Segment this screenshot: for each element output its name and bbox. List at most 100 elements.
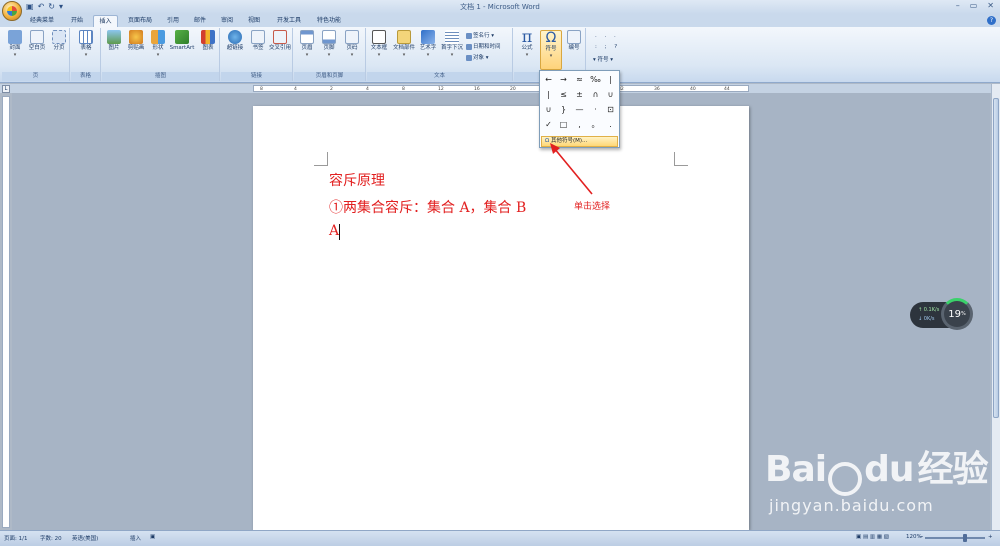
symbol-cell[interactable]: ‰ <box>588 72 603 87</box>
symbol-cell[interactable]: , <box>572 117 587 132</box>
office-logo-icon <box>7 6 17 16</box>
chart-button[interactable]: 图表 <box>198 30 218 52</box>
status-words[interactable]: 字数: 20 <box>40 534 62 542</box>
wordart-button[interactable]: 艺术字 ▾ <box>417 30 439 59</box>
symbol-small-icon: ▾ <box>593 57 596 63</box>
minimize-icon[interactable]: – <box>956 1 960 10</box>
symbol-cell[interactable]: ← <box>541 72 556 87</box>
symbol-cell[interactable]: → <box>556 72 571 87</box>
tab-features[interactable]: 特色功能 <box>311 15 347 27</box>
dropcap-icon <box>445 30 459 44</box>
symbol-cell[interactable]: . <box>603 117 618 132</box>
tab-mailings[interactable]: 邮件 <box>189 15 211 27</box>
vertical-ruler[interactable] <box>2 96 10 528</box>
footer-button[interactable]: 页脚 ▾ <box>319 30 339 59</box>
tab-references[interactable]: 引用 <box>162 15 184 27</box>
smartart-button[interactable]: SmartArt <box>168 30 196 52</box>
margin-mark-left <box>314 152 328 166</box>
tab-page-layout[interactable]: 页面布局 <box>121 15 159 27</box>
tab-classic-menu[interactable]: 经典菜单 <box>22 15 62 27</box>
signature-icon <box>466 32 472 39</box>
header-button[interactable]: 页眉 ▾ <box>297 30 317 59</box>
numbering-button[interactable]: 编号 <box>564 30 584 52</box>
tab-home[interactable]: 开始 <box>64 15 90 27</box>
cover-button[interactable]: 封面 ▾ <box>5 30 25 59</box>
textbox-button[interactable]: 文本框 ▾ <box>368 30 390 59</box>
pi-icon: π <box>521 27 533 46</box>
tab-insert[interactable]: 插入 <box>93 15 118 27</box>
datetime-button[interactable]: 日期和时间 <box>466 42 501 50</box>
crossref-icon <box>273 30 287 44</box>
symbol-cell[interactable]: ∩ <box>588 87 603 102</box>
equation-button[interactable]: π 公式 ▾ <box>516 27 538 59</box>
tab-view[interactable]: 视图 <box>243 15 265 27</box>
zoom-in-icon[interactable]: + <box>988 534 993 540</box>
symbol-cell[interactable]: — <box>572 102 587 117</box>
symbol-cell[interactable]: | <box>541 87 556 102</box>
symbol-dropdown: ← → ≈ ‰ | | ≤ ± ∩ ∪ ∪ } — · ⊡ ✓ □ , 。 . … <box>539 70 620 148</box>
symbol-cell[interactable]: | <box>603 72 618 87</box>
network-speed-widget[interactable]: ↑ 0.1K/s ↓ 0K/s 19% <box>910 298 973 330</box>
symbol-cell[interactable]: □ <box>556 117 571 132</box>
object-button[interactable]: 对象 ▾ <box>466 53 489 61</box>
symbol-cell[interactable]: ∪ <box>541 102 556 117</box>
macro-record-icon[interactable]: ▣ <box>150 534 155 540</box>
tab-developer[interactable]: 开发工具 <box>271 15 307 27</box>
symbol-cell[interactable]: ⊡ <box>603 102 618 117</box>
tab-review[interactable]: 审阅 <box>216 15 238 27</box>
scroll-thumb[interactable] <box>993 98 999 418</box>
zoom-slider[interactable] <box>925 534 985 542</box>
special-symbol-button[interactable]: ▾ 符号 ▾ <box>593 55 613 63</box>
document-page[interactable]: 容斥原理 ①两集合容斥：集合 A，集合 B A <box>253 106 749 530</box>
special-symbols-row-1[interactable]: · · · <box>595 34 619 40</box>
crossref-button[interactable]: 交叉引用 <box>269 30 291 52</box>
help-icon[interactable]: ? <box>987 16 996 25</box>
shapes-button[interactable]: 形状 ▾ <box>148 30 168 59</box>
symbol-cell[interactable]: · <box>588 102 603 117</box>
vertical-scrollbar[interactable] <box>991 84 1000 530</box>
quickparts-button[interactable]: 文档部件 ▾ <box>391 30 417 59</box>
status-language[interactable]: 英语(美国) <box>72 534 98 542</box>
bookmark-button[interactable]: 书签 <box>248 30 268 52</box>
symbol-cell[interactable]: ≤ <box>556 87 571 102</box>
symbol-cell[interactable]: ≈ <box>572 72 587 87</box>
symbol-cell[interactable]: 。 <box>588 117 603 132</box>
view-buttons[interactable]: ▣ ▤ ▥ ▦ ▧ <box>856 534 889 540</box>
blank-page-button[interactable]: 空白页 <box>25 30 49 52</box>
special-symbols-row-2[interactable]: : ; ? <box>595 44 620 50</box>
dropcap-button[interactable]: 首字下沉 ▾ <box>439 30 465 59</box>
annotation-arrow <box>550 143 593 195</box>
symbol-cell[interactable]: ∪ <box>603 87 618 102</box>
symbol-cell[interactable]: } <box>556 102 571 117</box>
status-page[interactable]: 页面: 1/1 <box>4 534 27 542</box>
hyperlink-button[interactable]: 超链接 <box>223 30 247 52</box>
office-button[interactable] <box>2 1 22 21</box>
status-insert-mode[interactable]: 插入 <box>130 534 141 542</box>
maximize-icon[interactable]: ▭ <box>970 1 978 10</box>
horizontal-ruler[interactable]: 842 4812 162024 283236 4044 <box>253 85 749 92</box>
doc-line-2[interactable]: ①两集合容斥：集合 A，集合 B <box>329 197 526 217</box>
close-icon[interactable]: ✕ <box>987 1 994 10</box>
zoom-slider-knob[interactable] <box>963 534 967 542</box>
zoom-out-icon[interactable]: − <box>919 534 924 540</box>
group-links: 超链接 书签 交叉引用 链接 <box>221 28 293 81</box>
title-bar: ▣ ↶ ↻ ▾ 文档 1 - Microsoft Word – ▭ ✕ <box>0 0 1000 14</box>
signature-button[interactable]: 签名行 ▾ <box>466 31 494 39</box>
picture-button[interactable]: 图片 <box>104 30 124 52</box>
group-table: 表格 ▾ 表格 <box>71 28 101 81</box>
doc-line-title[interactable]: 容斥原理 <box>329 170 385 190</box>
page-break-button[interactable]: 分页 <box>50 30 68 52</box>
picture-icon <box>107 30 121 44</box>
group-illustrations: 图片 剪贴画 形状 ▾ SmartArt 图表 插图 <box>102 28 220 81</box>
tab-selector[interactable]: L <box>2 85 10 93</box>
doc-line-3[interactable]: A <box>329 223 339 239</box>
page-number-button[interactable]: 页码 ▾ <box>341 30 363 59</box>
symbol-button[interactable]: Ω 符号 ▾ <box>540 30 562 70</box>
group-label-illustrations: 插图 <box>102 72 219 81</box>
table-button[interactable]: 表格 ▾ <box>76 30 96 59</box>
chart-icon <box>201 30 215 44</box>
symbol-cell[interactable]: ✓ <box>541 117 556 132</box>
symbol-cell[interactable]: ± <box>572 87 587 102</box>
clipart-button[interactable]: 剪贴画 <box>124 30 148 52</box>
group-header-footer: 页眉 ▾ 页脚 ▾ 页码 ▾ 页眉和页脚 <box>294 28 366 81</box>
